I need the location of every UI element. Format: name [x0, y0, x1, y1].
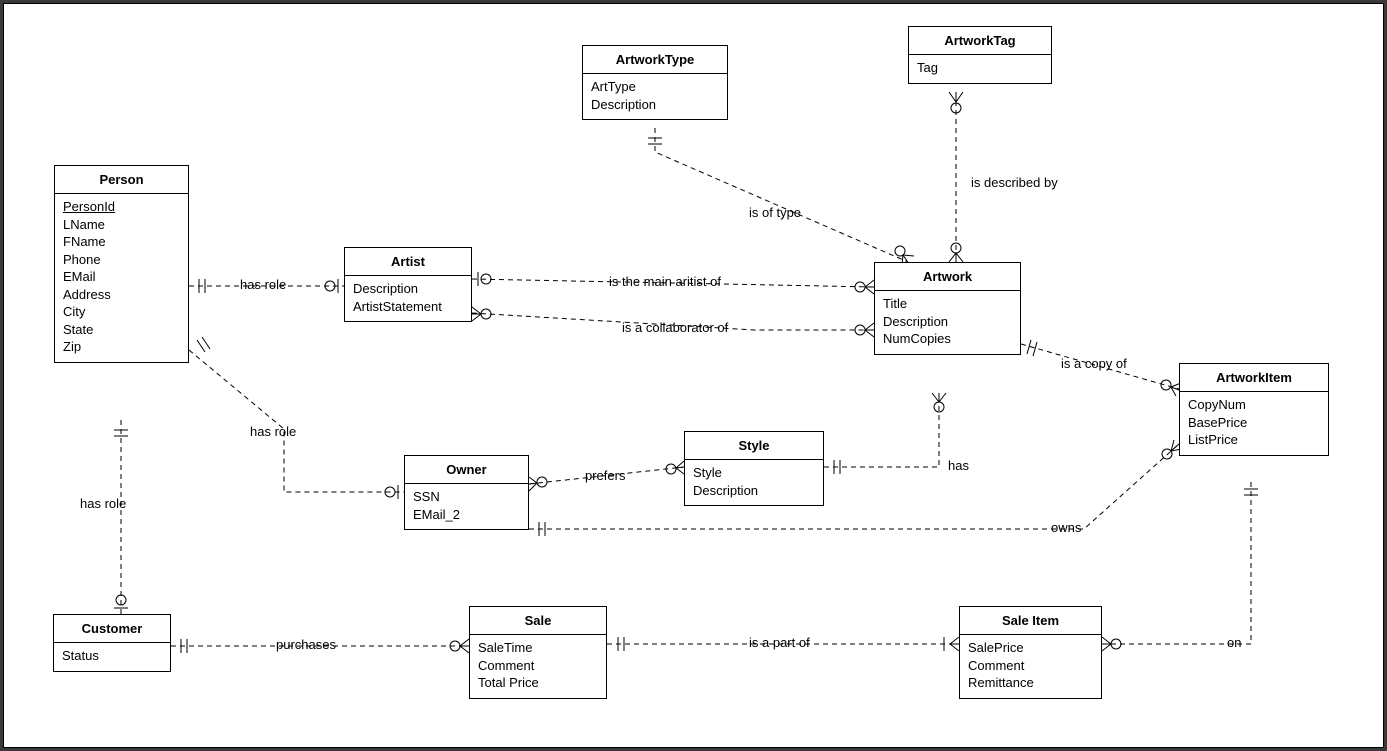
entity-title: Customer — [54, 615, 170, 643]
entity-title: Sale Item — [960, 607, 1101, 635]
entity-sale: Sale SaleTime Comment Total Price — [469, 606, 607, 699]
rel-has-role-2: has role — [250, 424, 296, 439]
entity-title: Person — [55, 166, 188, 194]
entity-person: Person PersonId LName FName Phone EMail … — [54, 165, 189, 363]
entity-attrs: SaleTime Comment Total Price — [470, 635, 606, 698]
entity-title: Style — [685, 432, 823, 460]
rel-collaborator: is a collaborator of — [622, 320, 728, 335]
entity-title: ArtworkItem — [1180, 364, 1328, 392]
rel-is-part-of: is a part of — [749, 635, 810, 650]
entity-artist: Artist Description ArtistStatement — [344, 247, 472, 322]
rel-on: on — [1227, 635, 1241, 650]
rel-has-role-3: has role — [80, 496, 126, 511]
rel-has: has — [948, 458, 969, 473]
entity-saleitem: Sale Item SalePrice Comment Remittance — [959, 606, 1102, 699]
entity-attrs: Title Description NumCopies — [875, 291, 1020, 354]
rel-owns: owns — [1051, 520, 1081, 535]
entity-attrs: Tag — [909, 55, 1051, 83]
entity-customer: Customer Status — [53, 614, 171, 672]
entity-title: Sale — [470, 607, 606, 635]
entity-artworkitem: ArtworkItem CopyNum BasePrice ListPrice — [1179, 363, 1329, 456]
entity-artworktag: ArtworkTag Tag — [908, 26, 1052, 84]
entity-title: ArtworkType — [583, 46, 727, 74]
entity-attrs: SSN EMail_2 — [405, 484, 528, 529]
entity-title: Artwork — [875, 263, 1020, 291]
entity-owner: Owner SSN EMail_2 — [404, 455, 529, 530]
entity-attrs: CopyNum BasePrice ListPrice — [1180, 392, 1328, 455]
rel-prefers: prefers — [585, 468, 625, 483]
entity-title: Artist — [345, 248, 471, 276]
rel-is-of-type: is of type — [749, 205, 801, 220]
entity-attrs: Style Description — [685, 460, 823, 505]
entity-attrs: SalePrice Comment Remittance — [960, 635, 1101, 698]
erd-canvas: Person PersonId LName FName Phone EMail … — [3, 3, 1384, 748]
entity-artworktype: ArtworkType ArtType Description — [582, 45, 728, 120]
rel-main-artist: is the main aritist of — [609, 274, 721, 289]
rel-is-described-by: is described by — [971, 175, 1058, 190]
rel-purchases: purchases — [276, 637, 336, 652]
rel-is-copy-of: is a copy of — [1061, 356, 1127, 371]
entity-attrs: PersonId LName FName Phone EMail Address… — [55, 194, 188, 362]
entity-style: Style Style Description — [684, 431, 824, 506]
entity-title: Owner — [405, 456, 528, 484]
entity-title: ArtworkTag — [909, 27, 1051, 55]
rel-has-role-1: has role — [240, 277, 286, 292]
entity-attrs: Status — [54, 643, 170, 671]
entity-attrs: Description ArtistStatement — [345, 276, 471, 321]
entity-artwork: Artwork Title Description NumCopies — [874, 262, 1021, 355]
entity-attrs: ArtType Description — [583, 74, 727, 119]
